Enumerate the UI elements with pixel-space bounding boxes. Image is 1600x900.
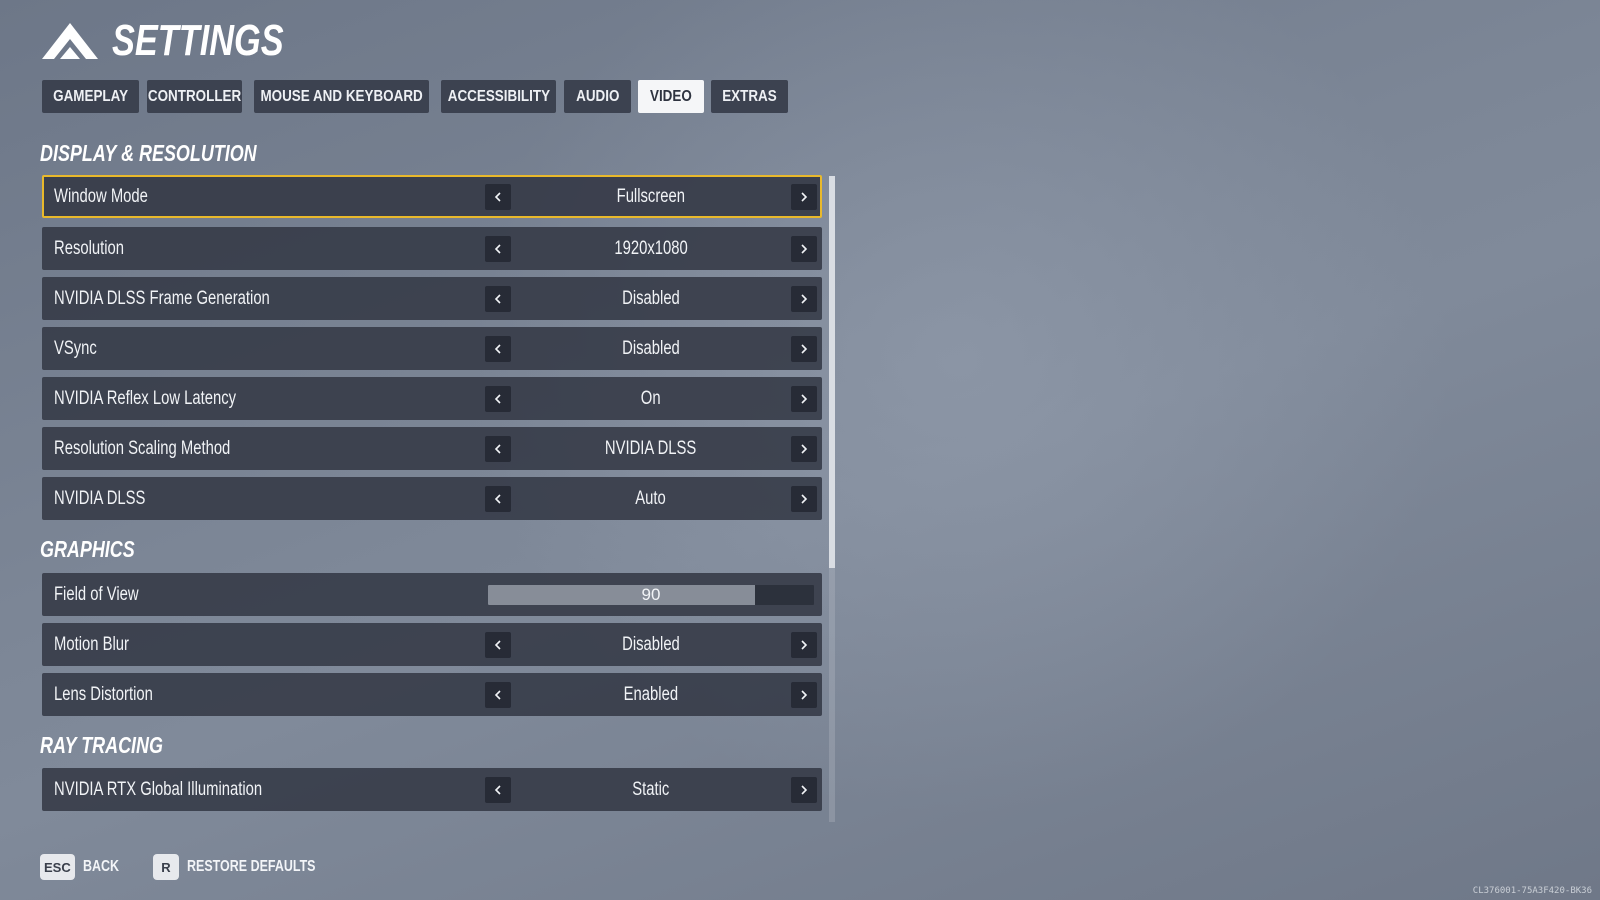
page-title: SETTINGS xyxy=(112,16,284,65)
chevron-right-icon[interactable] xyxy=(791,682,817,708)
setting-value: Disabled xyxy=(622,338,680,359)
setting-row-nvidia-dlss[interactable]: NVIDIA DLSS Auto xyxy=(42,477,822,520)
setting-value: Auto xyxy=(635,488,667,509)
chevron-left-icon[interactable] xyxy=(485,286,511,312)
setting-value: Fullscreen xyxy=(616,186,686,207)
back-button[interactable]: ESC BACK xyxy=(40,854,129,880)
chevron-right-icon[interactable] xyxy=(791,386,817,412)
chevron-right-icon[interactable] xyxy=(791,286,817,312)
footer-actions: ESC BACK R RESTORE DEFAULTS xyxy=(40,854,376,880)
tab-audio[interactable]: AUDIO xyxy=(564,80,631,113)
setting-row-reflex-low-latency[interactable]: NVIDIA Reflex Low Latency On xyxy=(42,377,822,420)
setting-value: NVIDIA DLSS xyxy=(605,438,697,459)
tab-video[interactable]: VIDEO xyxy=(638,80,704,113)
setting-value: Disabled xyxy=(622,634,680,655)
setting-row-dlss-frame-generation[interactable]: NVIDIA DLSS Frame Generation Disabled xyxy=(42,277,822,320)
setting-row-lens-distortion[interactable]: Lens Distortion Enabled xyxy=(42,673,822,716)
chevron-left-icon[interactable] xyxy=(485,632,511,658)
chevron-left-icon[interactable] xyxy=(485,777,511,803)
restore-defaults-label: RESTORE DEFAULTS xyxy=(186,858,316,875)
setting-row-field-of-view[interactable]: Field of View 90 xyxy=(42,573,822,616)
setting-value: Disabled xyxy=(622,288,680,309)
tab-accessibility[interactable]: ACCESSIBILITY xyxy=(441,80,556,113)
slider-value: 90 xyxy=(641,585,661,604)
setting-label: Motion Blur xyxy=(54,634,129,655)
chevron-right-icon[interactable] xyxy=(791,632,817,658)
chevron-right-icon[interactable] xyxy=(791,236,817,262)
tab-extras[interactable]: EXTRAS xyxy=(711,80,788,113)
chevron-left-icon[interactable] xyxy=(485,682,511,708)
chevron-left-icon[interactable] xyxy=(485,336,511,362)
setting-row-resolution-scaling-method[interactable]: Resolution Scaling Method NVIDIA DLSS xyxy=(42,427,822,470)
settings-header: SETTINGS xyxy=(40,18,332,64)
setting-row-rtx-global-illumination[interactable]: NVIDIA RTX Global Illumination Static xyxy=(42,768,822,811)
chevron-left-icon[interactable] xyxy=(485,436,511,462)
setting-row-vsync[interactable]: VSync Disabled xyxy=(42,327,822,370)
back-label: BACK xyxy=(82,858,119,875)
esc-key-icon: ESC xyxy=(40,854,75,880)
setting-row-window-mode[interactable]: Window Mode Fullscreen xyxy=(42,175,822,218)
fov-slider[interactable]: 90 xyxy=(488,585,814,605)
section-title-graphics: GRAPHICS xyxy=(40,536,135,562)
section-title-ray-tracing: RAY TRACING xyxy=(40,732,163,758)
setting-label: NVIDIA Reflex Low Latency xyxy=(54,388,237,409)
setting-row-motion-blur[interactable]: Motion Blur Disabled xyxy=(42,623,822,666)
chevron-left-icon[interactable] xyxy=(485,486,511,512)
scrollbar-thumb[interactable] xyxy=(829,176,835,568)
chevron-right-icon[interactable] xyxy=(791,436,817,462)
tab-gameplay[interactable]: GAMEPLAY xyxy=(42,80,139,113)
tab-controller[interactable]: CONTROLLER xyxy=(147,80,242,113)
setting-label: Field of View xyxy=(54,584,139,605)
setting-label: NVIDIA DLSS Frame Generation xyxy=(54,288,270,309)
r-key-icon: R xyxy=(152,854,179,880)
setting-value: Static xyxy=(632,779,670,800)
chevron-right-icon[interactable] xyxy=(791,184,817,210)
setting-label: Lens Distortion xyxy=(54,684,153,705)
section-title-display-resolution: DISPLAY & RESOLUTION xyxy=(40,140,257,166)
setting-value: 1920x1080 xyxy=(614,238,688,259)
setting-row-resolution[interactable]: Resolution 1920x1080 xyxy=(42,227,822,270)
setting-label: Window Mode xyxy=(54,186,148,207)
tab-mouse-and-keyboard[interactable]: MOUSE AND KEYBOARD xyxy=(254,80,429,113)
chevron-left-icon[interactable] xyxy=(485,184,511,210)
setting-label: NVIDIA DLSS xyxy=(54,488,146,509)
game-logo-icon xyxy=(42,23,98,59)
setting-label: NVIDIA RTX Global Illumination xyxy=(54,779,263,800)
chevron-left-icon[interactable] xyxy=(485,236,511,262)
chevron-right-icon[interactable] xyxy=(791,486,817,512)
restore-defaults-button[interactable]: R RESTORE DEFAULTS xyxy=(152,854,352,880)
chevron-right-icon[interactable] xyxy=(791,777,817,803)
chevron-left-icon[interactable] xyxy=(485,386,511,412)
setting-label: Resolution xyxy=(54,238,125,259)
build-id: CL376001-75A3F420-BK36 xyxy=(1472,886,1592,896)
setting-label: VSync xyxy=(54,338,97,359)
setting-value: Enabled xyxy=(623,684,679,705)
setting-value: On xyxy=(641,388,661,409)
chevron-right-icon[interactable] xyxy=(791,336,817,362)
setting-label: Resolution Scaling Method xyxy=(54,438,231,459)
